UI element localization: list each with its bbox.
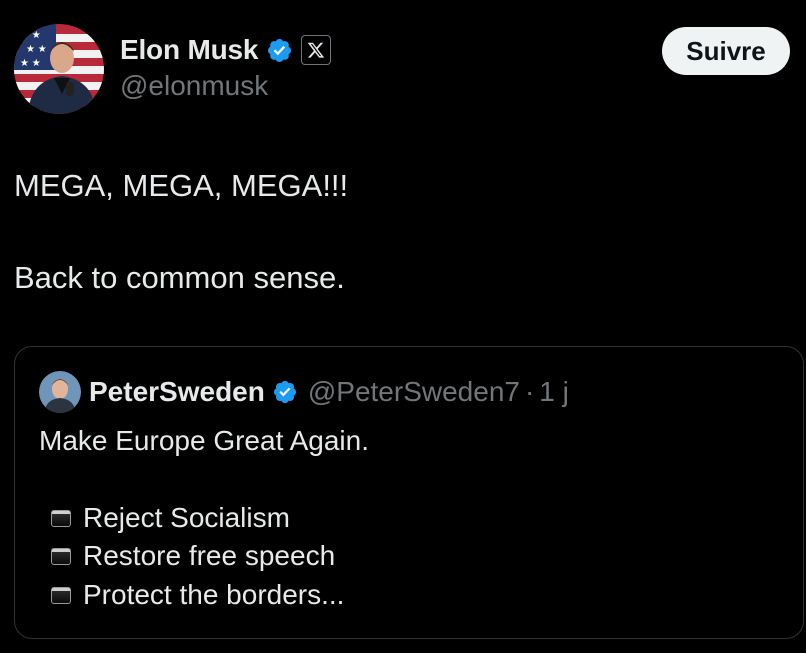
post-header: ★ ★ ★ ★ ★ ★ Elon Musk @elonmusk Suivre	[0, 0, 806, 120]
list-item-text: Restore free speech	[83, 540, 336, 571]
separator-dot: ·	[524, 376, 535, 407]
svg-text:★ ★: ★ ★	[20, 30, 41, 41]
quoted-author-avatar[interactable]	[39, 371, 81, 413]
author-avatar[interactable]: ★ ★ ★ ★ ★ ★	[14, 24, 104, 114]
post-text-line: MEGA, MEGA, MEGA!!!	[14, 168, 349, 203]
svg-text:★ ★: ★ ★	[20, 58, 41, 69]
list-item: Reject Socialism	[51, 502, 290, 534]
post-timestamp[interactable]: 1 j	[539, 376, 569, 408]
author-display-name[interactable]: Elon Musk	[120, 34, 258, 66]
black-square-icon	[51, 547, 71, 565]
black-square-icon	[51, 586, 71, 604]
x-logo-icon[interactable]	[301, 35, 332, 65]
black-square-icon	[51, 509, 71, 527]
author-handle[interactable]: @elonmusk	[120, 70, 268, 102]
svg-text:★ ★: ★ ★	[26, 44, 47, 55]
follow-button[interactable]: Suivre	[662, 27, 790, 75]
list-item: Protect the borders...	[51, 579, 344, 611]
verified-badge-icon[interactable]	[266, 37, 293, 64]
quoted-author-display-name[interactable]: PeterSweden	[89, 376, 265, 408]
list-item-text: Protect the borders...	[83, 579, 345, 610]
verified-badge-icon[interactable]	[272, 379, 298, 405]
quoted-post-text: Make Europe Great Again.	[39, 425, 369, 456]
quoted-post-card[interactable]: PeterSweden @PeterSweden7 · 1 j Make Eur…	[14, 346, 804, 639]
author-name-row: Elon Musk	[120, 30, 332, 70]
post-text-line: Back to common sense.	[14, 260, 345, 295]
quoted-post-header: PeterSweden @PeterSweden7 · 1 j	[89, 371, 569, 413]
list-item: Restore free speech	[51, 540, 335, 572]
quoted-author-handle[interactable]: @PeterSweden7	[308, 376, 520, 408]
list-item-text: Reject Socialism	[83, 502, 290, 533]
